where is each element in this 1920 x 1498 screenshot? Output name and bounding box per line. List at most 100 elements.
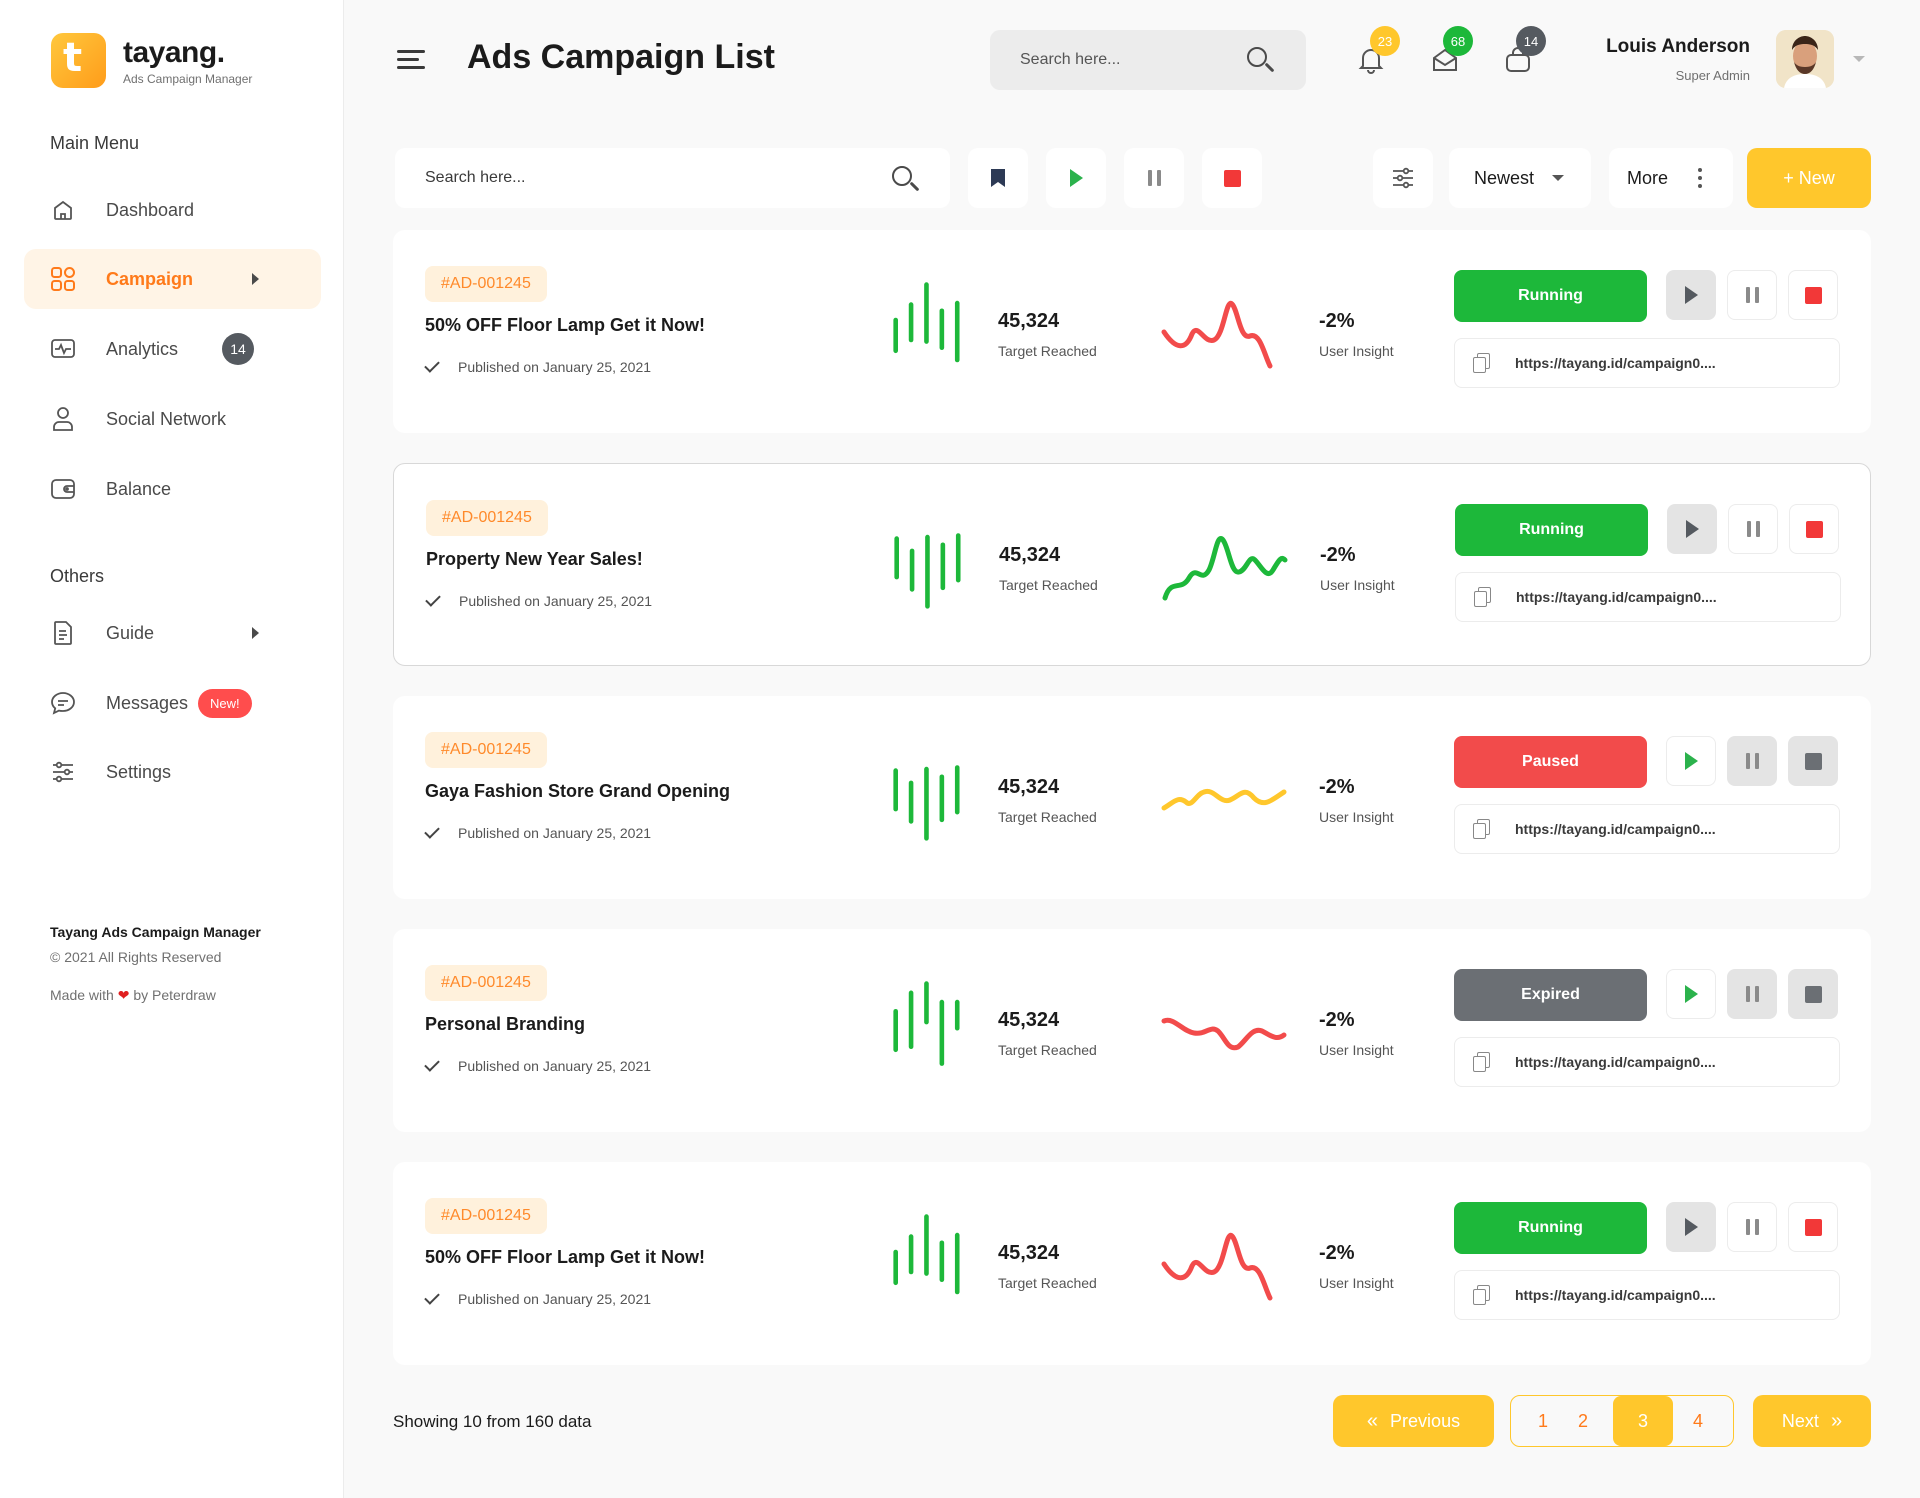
sidebar-item-analytics[interactable]: Analytics 14 — [24, 319, 321, 379]
user-role: Super Admin — [1675, 68, 1750, 83]
check-icon — [424, 357, 440, 373]
bookmark-filter-button[interactable] — [968, 148, 1028, 208]
sidebar-item-campaign[interactable]: Campaign — [24, 249, 321, 309]
pause-button[interactable] — [1727, 736, 1777, 786]
campaign-card[interactable]: #AD-001245 Gaya Fashion Store Grand Open… — [393, 696, 1871, 899]
play-button[interactable] — [1666, 1202, 1716, 1252]
campaign-url-field[interactable]: https://tayang.id/campaign0.... — [1454, 1037, 1840, 1087]
play-button[interactable] — [1666, 969, 1716, 1019]
filter-settings-button[interactable] — [1373, 148, 1433, 208]
play-button[interactable] — [1667, 504, 1717, 554]
pause-button[interactable] — [1727, 270, 1777, 320]
document-icon — [50, 620, 76, 646]
stop-filter-button[interactable] — [1202, 148, 1262, 208]
stop-icon — [1804, 1218, 1822, 1236]
brand[interactable]: t tayang. Ads Campaign Manager — [51, 33, 252, 88]
campaign-title[interactable]: 50% OFF Floor Lamp Get it Now! — [425, 1247, 705, 1268]
play-filter-button[interactable] — [1046, 148, 1106, 208]
play-button[interactable] — [1666, 270, 1716, 320]
target-reached-label: Target Reached — [998, 809, 1097, 825]
header-search[interactable] — [990, 30, 1306, 90]
sort-dropdown[interactable]: Newest — [1449, 148, 1591, 208]
target-reached-label: Target Reached — [998, 1042, 1097, 1058]
pause-filter-button[interactable] — [1124, 148, 1184, 208]
previous-page-button[interactable]: « Previous — [1333, 1395, 1494, 1447]
search-icon[interactable] — [892, 166, 920, 192]
campaign-status-button[interactable]: Expired — [1454, 969, 1647, 1021]
campaign-title[interactable]: Gaya Fashion Store Grand Opening — [425, 781, 730, 802]
copy-icon[interactable] — [1473, 1285, 1491, 1305]
stop-button[interactable] — [1788, 969, 1838, 1019]
more-dropdown[interactable]: More — [1609, 148, 1733, 208]
campaign-status-button[interactable]: Running — [1454, 270, 1647, 322]
sidebar-item-settings[interactable]: Settings — [24, 742, 321, 802]
next-page-button[interactable]: Next » — [1753, 1395, 1871, 1447]
stop-button[interactable] — [1788, 736, 1838, 786]
play-icon — [1684, 752, 1698, 770]
pause-icon — [1746, 521, 1760, 537]
stop-button[interactable] — [1788, 1202, 1838, 1252]
notification-bell-button[interactable]: 23 — [1358, 26, 1400, 74]
brand-logo: t — [51, 33, 106, 88]
campaign-url-field[interactable]: https://tayang.id/campaign0.... — [1454, 1270, 1840, 1320]
campaign-published: Published on January 25, 2021 — [424, 1056, 651, 1074]
campaign-card[interactable]: #AD-001245 Personal Branding Published o… — [393, 929, 1871, 1132]
campaign-url-field[interactable]: https://tayang.id/campaign0.... — [1454, 804, 1840, 854]
copy-icon[interactable] — [1474, 587, 1492, 607]
new-campaign-button[interactable]: + New — [1747, 148, 1871, 208]
stop-button[interactable] — [1788, 270, 1838, 320]
footer-credit: Made with ❤ by Peterdraw — [50, 987, 216, 1003]
chevron-down-icon[interactable] — [1853, 56, 1865, 62]
campaign-status-button[interactable]: Running — [1455, 504, 1648, 556]
copy-icon[interactable] — [1473, 819, 1491, 839]
campaign-title[interactable]: 50% OFF Floor Lamp Get it Now! — [425, 315, 705, 336]
main-menu-title: Main Menu — [50, 133, 140, 153]
play-button[interactable] — [1666, 736, 1716, 786]
sidebar-item-guide[interactable]: Guide — [24, 603, 321, 663]
sidebar-item-messages[interactable]: Messages New! — [24, 673, 321, 733]
campaign-title[interactable]: Personal Branding — [425, 1014, 585, 1035]
campaign-title[interactable]: Property New Year Sales! — [426, 549, 643, 570]
campaign-search-input[interactable] — [425, 169, 625, 187]
sidebar-item-dashboard[interactable]: Dashboard — [24, 180, 321, 240]
check-icon — [424, 1056, 440, 1072]
target-bars-chart — [893, 765, 960, 841]
campaign-url: https://tayang.id/campaign0.... — [1515, 1054, 1716, 1070]
campaign-card[interactable]: #AD-001245 50% OFF Floor Lamp Get it Now… — [393, 230, 1871, 433]
campaign-status-button[interactable]: Running — [1454, 1202, 1647, 1254]
avatar[interactable] — [1776, 30, 1834, 88]
campaign-search[interactable] — [395, 148, 950, 208]
header-search-input[interactable] — [1020, 51, 1220, 69]
campaign-published: Published on January 25, 2021 — [424, 357, 651, 375]
cart-button[interactable]: 14 — [1504, 26, 1546, 74]
page-3-button[interactable]: 3 — [1613, 1396, 1673, 1446]
play-icon — [1684, 286, 1698, 304]
footer-title: Tayang Ads Campaign Manager — [50, 924, 261, 940]
sliders-icon — [50, 759, 76, 785]
campaign-card[interactable]: #AD-001245 50% OFF Floor Lamp Get it Now… — [393, 1162, 1871, 1365]
mail-button[interactable]: 68 — [1431, 26, 1473, 74]
user-icon — [50, 406, 76, 432]
user-insight-label: User Insight — [1319, 809, 1394, 825]
campaign-url-field[interactable]: https://tayang.id/campaign0.... — [1455, 572, 1841, 622]
campaign-status-button[interactable]: Paused — [1454, 736, 1647, 788]
copy-icon[interactable] — [1473, 1052, 1491, 1072]
pause-button[interactable] — [1727, 969, 1777, 1019]
pause-button[interactable] — [1728, 504, 1778, 554]
page-2-button[interactable]: 2 — [1563, 1396, 1603, 1446]
sidebar-item-balance[interactable]: Balance — [24, 459, 321, 519]
page-1-button[interactable]: 1 — [1523, 1396, 1563, 1446]
search-icon[interactable] — [1247, 47, 1275, 73]
campaign-published: Published on January 25, 2021 — [424, 1289, 651, 1307]
target-reached-value: 45,324 — [999, 544, 1061, 566]
user-name[interactable]: Louis Anderson — [1606, 36, 1750, 58]
pause-button[interactable] — [1727, 1202, 1777, 1252]
copy-icon[interactable] — [1473, 353, 1491, 373]
sidebar-item-social-network[interactable]: Social Network — [24, 389, 321, 449]
page-4-button[interactable]: 4 — [1678, 1396, 1718, 1446]
campaign-published: Published on January 25, 2021 — [425, 591, 652, 609]
campaign-card[interactable]: #AD-001245 Property New Year Sales! Publ… — [393, 463, 1871, 666]
menu-toggle-icon[interactable] — [397, 50, 425, 70]
stop-button[interactable] — [1789, 504, 1839, 554]
campaign-url-field[interactable]: https://tayang.id/campaign0.... — [1454, 338, 1840, 388]
